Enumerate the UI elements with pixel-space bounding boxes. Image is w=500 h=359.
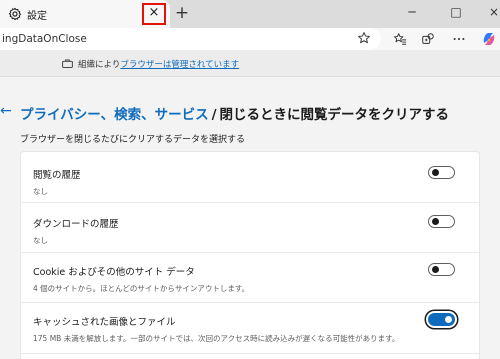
toggle-knob	[432, 218, 439, 225]
download-history-toggle[interactable]	[428, 215, 455, 228]
setting-title: ダウンロードの履歴	[33, 219, 119, 230]
managed-link[interactable]: ブラウザーは管理されています	[120, 60, 239, 70]
minimize-button[interactable]: ─	[405, 5, 419, 19]
tab-title: 設定	[27, 11, 47, 22]
toggle-knob	[445, 316, 452, 323]
toolbar: ingDataOnClose	[0, 28, 500, 50]
gear-icon	[8, 7, 22, 21]
setting-title: キャッシュされた画像とファイル	[33, 317, 176, 328]
managed-text: 組織によりブラウザーは管理されています	[78, 58, 239, 70]
address-text[interactable]: ingDataOnClose	[2, 33, 87, 45]
setting-description: なし	[33, 187, 48, 196]
back-arrow-icon[interactable]: ←	[0, 103, 12, 119]
page-title: プライバシー、検索、サービス / 閉じるときに閲覧データをクリアする	[20, 103, 449, 123]
breadcrumb-parent-link[interactable]: プライバシー、検索、サービス	[20, 107, 209, 123]
close-icon[interactable]: ×	[148, 6, 160, 19]
setting-row-cached-images: キャッシュされた画像とファイル 175 MB 未満を解放します。一部のサイトでは…	[21, 303, 479, 353]
setting-row-download-history: ダウンロードの履歴 なし	[21, 203, 479, 252]
toggle-knob	[432, 169, 439, 176]
favorites-icon[interactable]	[393, 32, 407, 46]
window-close-button[interactable]: ×	[487, 5, 500, 19]
settings-card: 閲覧の履歴 なし ダウンロードの履歴 なし Cookie およびその他のサイト …	[20, 151, 480, 359]
setting-row-cookies: Cookie およびその他のサイト データ 4 個のサイトから。ほとんどのサイト…	[21, 253, 479, 302]
briefcase-icon	[62, 59, 73, 68]
favorite-star-icon[interactable]	[357, 31, 371, 45]
copilot-icon[interactable]	[481, 31, 497, 47]
managed-prefix: 組織により	[78, 60, 121, 70]
cached-images-toggle[interactable]	[428, 313, 455, 326]
breadcrumb-separator: /	[211, 107, 217, 123]
page-subtitle: ブラウザーを閉じるたびにクリアするデータを選択する	[20, 135, 246, 145]
setting-title: 閲覧の履歴	[33, 170, 81, 181]
page-title-text: 閉じるときに閲覧データをクリアする	[219, 107, 450, 123]
managed-banner: 組織によりブラウザーは管理されています	[0, 50, 500, 77]
setting-title: Cookie およびその他のサイト データ	[33, 267, 195, 278]
browsing-history-toggle[interactable]	[428, 166, 455, 179]
cookies-toggle[interactable]	[428, 263, 455, 276]
collections-icon[interactable]	[421, 32, 435, 46]
setting-description: なし	[33, 236, 48, 245]
toggle-knob	[432, 266, 439, 273]
tab-strip: 設定 × + ─ □ ×	[0, 0, 500, 28]
divider	[21, 353, 479, 354]
address-bar[interactable]: ingDataOnClose	[0, 28, 381, 50]
maximize-button[interactable]: □	[449, 5, 463, 19]
more-options-icon[interactable]	[452, 32, 466, 46]
setting-row-browsing-history: 閲覧の履歴 なし	[21, 152, 479, 202]
setting-description: 175 MB 未満を解放します。一部のサイトでは、次回のアクセス時に読み込みが遅…	[33, 334, 400, 343]
setting-description: 4 個のサイトから。ほとんどのサイトからサインアウトします。	[33, 284, 250, 293]
new-tab-button[interactable]: +	[174, 5, 190, 22]
